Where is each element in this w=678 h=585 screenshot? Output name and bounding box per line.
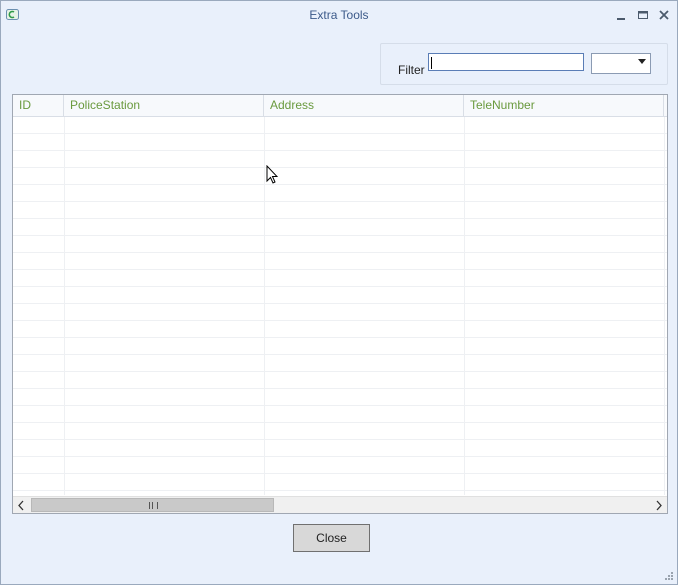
table-row[interactable] [13, 236, 667, 253]
column-header-id[interactable]: ID [13, 95, 64, 116]
window-title: Extra Tools [309, 8, 369, 22]
table-row[interactable] [13, 202, 667, 219]
table-row[interactable] [13, 304, 667, 321]
table-row[interactable] [13, 440, 667, 457]
table-row[interactable] [13, 355, 667, 372]
table-row[interactable] [13, 406, 667, 423]
table-row[interactable] [13, 338, 667, 355]
table-row[interactable] [13, 151, 667, 168]
resize-grip-icon[interactable] [664, 571, 674, 581]
table-row[interactable] [13, 185, 667, 202]
table-row[interactable] [13, 457, 667, 474]
filter-column-select[interactable] [591, 53, 651, 74]
close-button[interactable]: Close [293, 524, 370, 552]
table-row[interactable] [13, 117, 667, 134]
column-divider [464, 117, 465, 495]
scroll-left-icon[interactable] [13, 497, 30, 513]
mouse-cursor-icon [266, 165, 278, 184]
table-row[interactable] [13, 253, 667, 270]
grid-rows [13, 117, 667, 495]
table-row[interactable] [13, 389, 667, 406]
table-row[interactable] [13, 270, 667, 287]
text-caret [431, 57, 432, 69]
extra-tools-window: Extra Tools Filter ID PoliceStation Addr… [0, 0, 678, 585]
column-header-telenumber[interactable]: TeleNumber [464, 95, 664, 116]
column-header-address[interactable]: Address [264, 95, 464, 116]
table-row[interactable] [13, 168, 667, 185]
data-grid[interactable]: ID PoliceStation Address TeleNumber [12, 94, 668, 514]
column-divider [264, 117, 265, 495]
scrollbar-thumb[interactable] [31, 498, 274, 512]
filter-input[interactable] [428, 53, 584, 71]
filter-panel: Filter [380, 43, 668, 85]
title-bar[interactable]: Extra Tools [1, 1, 677, 29]
table-row[interactable] [13, 372, 667, 389]
column-header-policestation[interactable]: PoliceStation [64, 95, 264, 116]
table-row[interactable] [13, 321, 667, 338]
table-row[interactable] [13, 219, 667, 236]
table-row[interactable] [13, 423, 667, 440]
close-icon[interactable] [656, 7, 672, 23]
chevron-down-icon [638, 59, 646, 64]
grid-header: ID PoliceStation Address TeleNumber [13, 95, 667, 117]
table-row[interactable] [13, 134, 667, 151]
table-row[interactable] [13, 474, 667, 491]
minimize-icon[interactable] [613, 7, 629, 23]
grip-icon [149, 502, 158, 509]
column-divider [664, 117, 665, 495]
filter-label: Filter [398, 63, 425, 77]
column-divider [64, 117, 65, 495]
maximize-icon[interactable] [635, 7, 651, 23]
horizontal-scrollbar[interactable] [13, 496, 667, 513]
table-row[interactable] [13, 287, 667, 304]
scroll-right-icon[interactable] [650, 497, 667, 513]
